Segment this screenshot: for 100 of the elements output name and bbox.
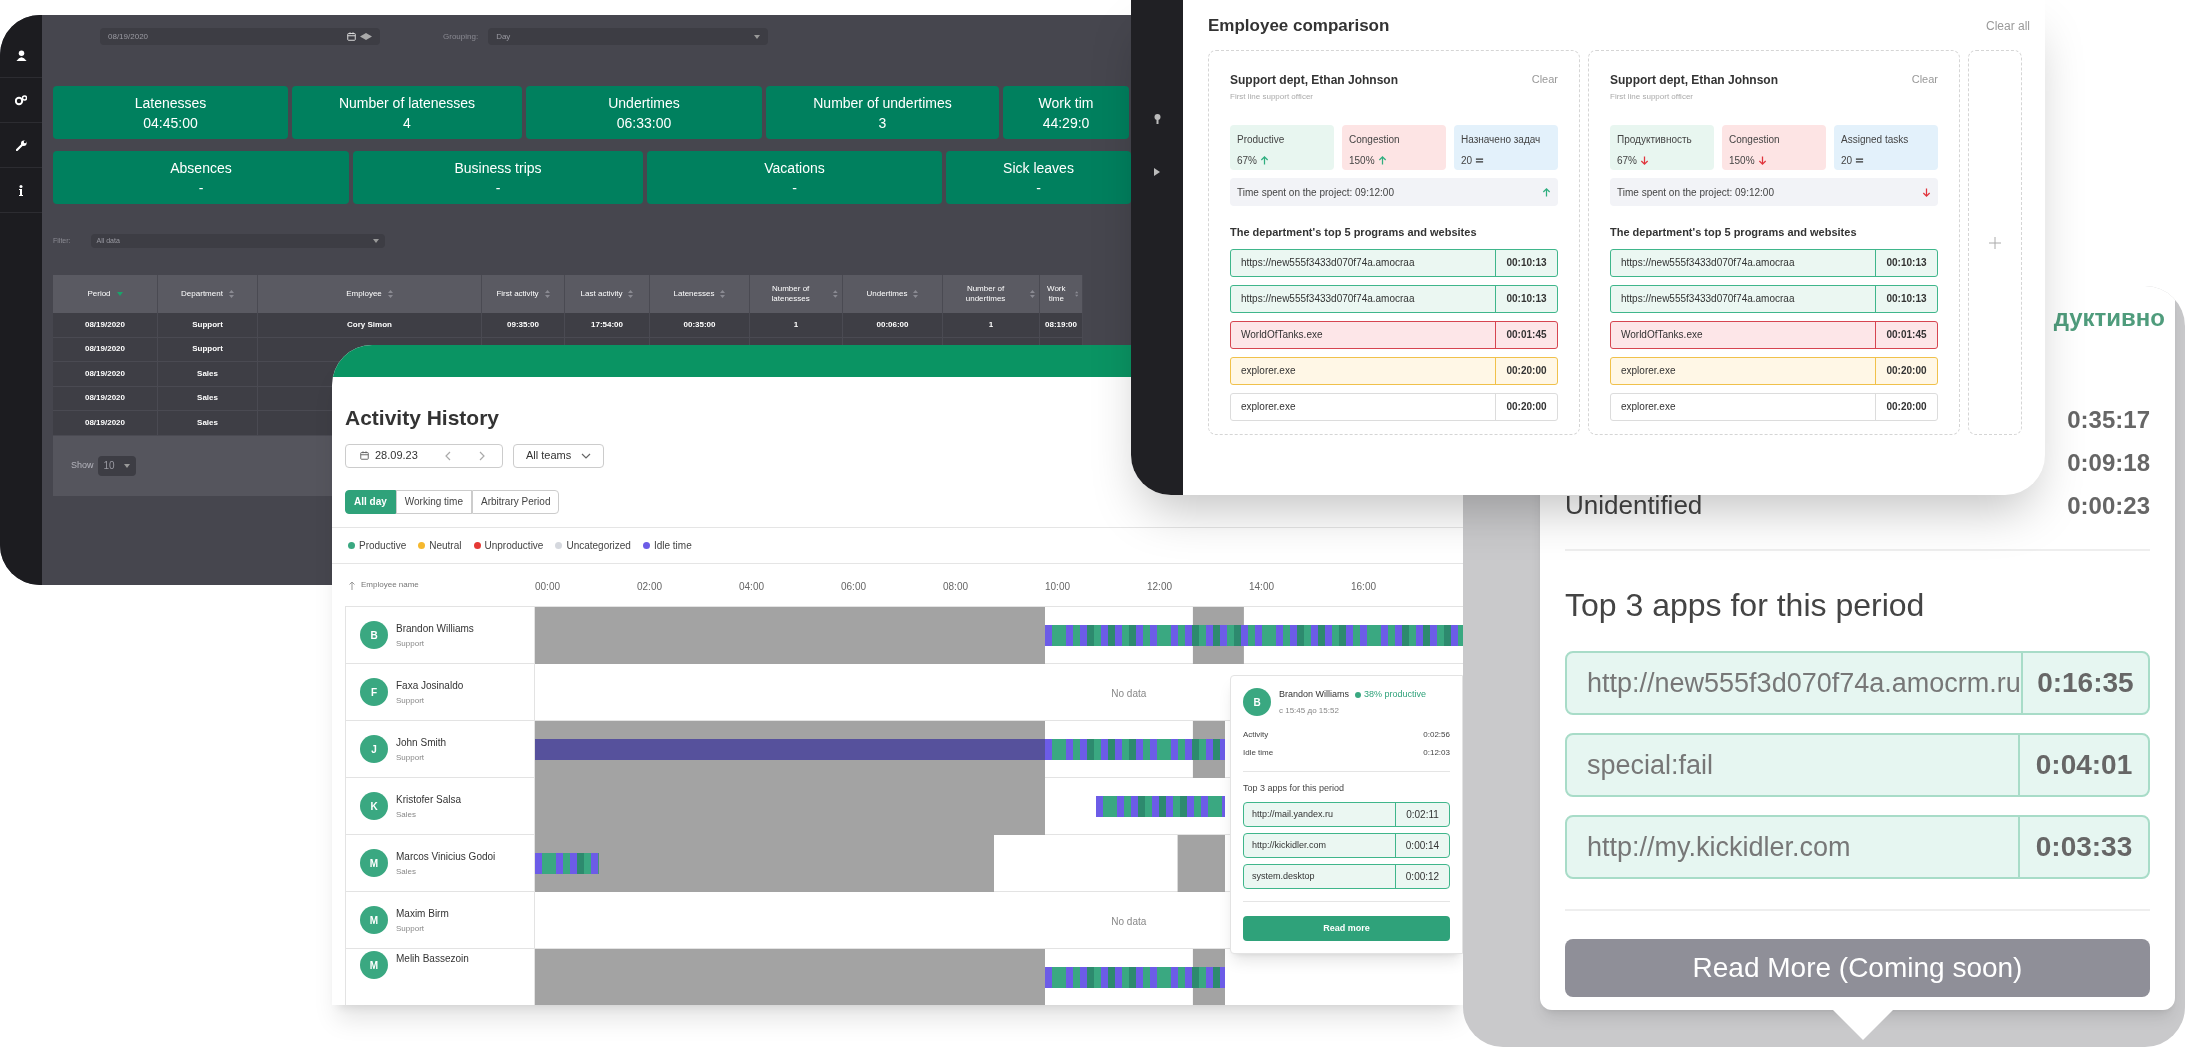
caret-icon bbox=[123, 463, 130, 468]
show-label: Show bbox=[71, 458, 94, 472]
user-icon[interactable] bbox=[15, 49, 27, 61]
date-value: 08/19/2020 bbox=[108, 30, 149, 43]
category-label: Unidentified bbox=[1565, 489, 1703, 522]
employee-name: Brandon Williams bbox=[1279, 688, 1350, 701]
column-header[interactable]: Last activity bbox=[580, 289, 623, 299]
app-time: 0:00:14 bbox=[1395, 834, 1449, 857]
caret-icon bbox=[754, 34, 761, 39]
right-triangle-icon[interactable] bbox=[366, 33, 372, 40]
metric-label: Assigned tasks bbox=[1841, 133, 1910, 147]
metric-label: Productive bbox=[1237, 133, 1286, 147]
program-name: https://new555f3433d070f74a.amocraa bbox=[1240, 256, 1416, 270]
app-name: special:fail bbox=[1586, 748, 1715, 782]
sort-arrow-icon[interactable] bbox=[349, 580, 355, 590]
period-tab[interactable]: Arbitrary Period bbox=[471, 489, 560, 514]
sort-icon[interactable] bbox=[544, 290, 550, 298]
employee-name: Maxim Birm bbox=[396, 906, 449, 921]
card-value: - bbox=[792, 178, 797, 198]
section-title: Top 3 apps for this period bbox=[1565, 586, 1926, 625]
column-header[interactable]: Work time bbox=[1044, 284, 1069, 304]
program-time: 00:20:00 bbox=[1875, 393, 1937, 420]
card-value: - bbox=[495, 178, 501, 198]
app-time: 0:00:12 bbox=[1395, 865, 1449, 888]
column-header[interactable]: Latenesses bbox=[673, 289, 715, 299]
table-cell: Support bbox=[192, 318, 223, 331]
app-time: 0:04:01 bbox=[2018, 735, 2148, 795]
program-time: 00:01:45 bbox=[1875, 321, 1937, 348]
sort-icon[interactable] bbox=[1030, 290, 1035, 298]
metric-value: 67% bbox=[1617, 154, 1637, 168]
hour-label: 14:00 bbox=[1249, 580, 1275, 594]
column-header[interactable]: First activity bbox=[496, 289, 539, 299]
employee-name: Marcos Vinicius Godoi bbox=[396, 849, 496, 864]
program-time: 00:20:00 bbox=[1495, 393, 1557, 420]
pin-icon[interactable] bbox=[1153, 114, 1161, 124]
column-header[interactable]: Number of undertimes bbox=[947, 284, 1025, 304]
avatar: B bbox=[360, 621, 388, 649]
hour-label: 00:00 bbox=[535, 580, 561, 594]
sort-icon[interactable] bbox=[913, 290, 919, 298]
time-value: 0:00:23 bbox=[2067, 490, 2150, 521]
column-header[interactable]: Period bbox=[87, 289, 111, 299]
legend-label: Productive bbox=[359, 538, 407, 553]
card-value: - bbox=[198, 178, 204, 198]
employee-name: Support dept, Ethan Johnson bbox=[1610, 72, 1778, 89]
column-header[interactable]: Employee name bbox=[361, 579, 419, 591]
stat-label: Activity bbox=[1243, 728, 1269, 741]
card-label: Business trips bbox=[454, 158, 542, 178]
employee-team: Sales bbox=[396, 865, 417, 878]
legend-label: Unproductive bbox=[484, 538, 544, 553]
sort-icon[interactable] bbox=[387, 290, 393, 298]
sort-icon[interactable] bbox=[228, 290, 234, 298]
app-time: 0:03:33 bbox=[2018, 817, 2148, 877]
program-name: explorer.exe bbox=[1620, 364, 1677, 378]
calendar-icon[interactable] bbox=[360, 451, 369, 460]
table-cell: Sales bbox=[197, 416, 218, 429]
sort-icon[interactable] bbox=[720, 290, 726, 298]
avatar: M bbox=[360, 906, 388, 934]
sort-descending-icon[interactable] bbox=[116, 292, 123, 296]
wrench-icon[interactable] bbox=[15, 139, 27, 151]
program-time: 00:10:13 bbox=[1495, 249, 1557, 276]
stat-value: 0:12:03 bbox=[1423, 746, 1450, 759]
sort-icon[interactable] bbox=[628, 290, 634, 298]
employee-name: Melih Bassezoin bbox=[396, 952, 469, 966]
employee-name: Support dept, Ethan Johnson bbox=[1230, 72, 1398, 89]
card-value: 06:33:00 bbox=[616, 113, 672, 133]
left-triangle-icon[interactable] bbox=[360, 33, 366, 40]
program-name: https://new555f3433d070f74a.amocraa bbox=[1620, 256, 1796, 270]
column-header[interactable]: Department bbox=[181, 289, 223, 299]
date-field[interactable]: 08/19/2020 bbox=[100, 28, 380, 45]
window-title: Employee comparison bbox=[1208, 15, 1390, 38]
plus-icon[interactable] bbox=[1989, 236, 2001, 249]
employee-role: First line support officer bbox=[1230, 91, 1314, 103]
column-header[interactable]: Number of latenesses bbox=[754, 284, 828, 304]
column-header[interactable]: Employee bbox=[346, 289, 382, 299]
program-name: explorer.exe bbox=[1620, 400, 1677, 414]
page-size-select[interactable]: 10 bbox=[97, 455, 136, 476]
card-label: Number of undertimes bbox=[813, 93, 952, 113]
grouping-select[interactable]: Day bbox=[488, 28, 769, 45]
gears-icon[interactable] bbox=[15, 94, 27, 106]
sort-icon[interactable] bbox=[833, 290, 838, 298]
legend-label: Uncategorized bbox=[566, 538, 631, 553]
hour-label: 02:00 bbox=[637, 580, 663, 594]
stat-value: 0:02:56 bbox=[1423, 728, 1450, 741]
avatar: F bbox=[360, 678, 388, 706]
program-time: 00:20:00 bbox=[1875, 357, 1937, 384]
program-name: explorer.exe bbox=[1240, 400, 1297, 414]
card-value: 44:29:0 bbox=[1042, 113, 1090, 133]
info-icon[interactable] bbox=[18, 184, 24, 196]
employee-team: Support bbox=[396, 694, 426, 707]
table-cell: 08:19:00 bbox=[1045, 318, 1077, 331]
table-cell: 08/19/2020 bbox=[84, 367, 125, 380]
date-picker[interactable]: 28.09.23 bbox=[345, 443, 503, 468]
team-select[interactable]: All teams bbox=[513, 443, 605, 468]
card-label: Absences bbox=[170, 158, 232, 178]
period-tab[interactable]: Working time bbox=[395, 489, 472, 514]
play-icon[interactable] bbox=[1154, 168, 1160, 176]
column-header[interactable]: Undertimes bbox=[866, 289, 908, 299]
hour-label: 04:00 bbox=[739, 580, 765, 594]
employee-team: Support bbox=[396, 922, 426, 935]
card-label: Latenesses bbox=[134, 93, 207, 113]
